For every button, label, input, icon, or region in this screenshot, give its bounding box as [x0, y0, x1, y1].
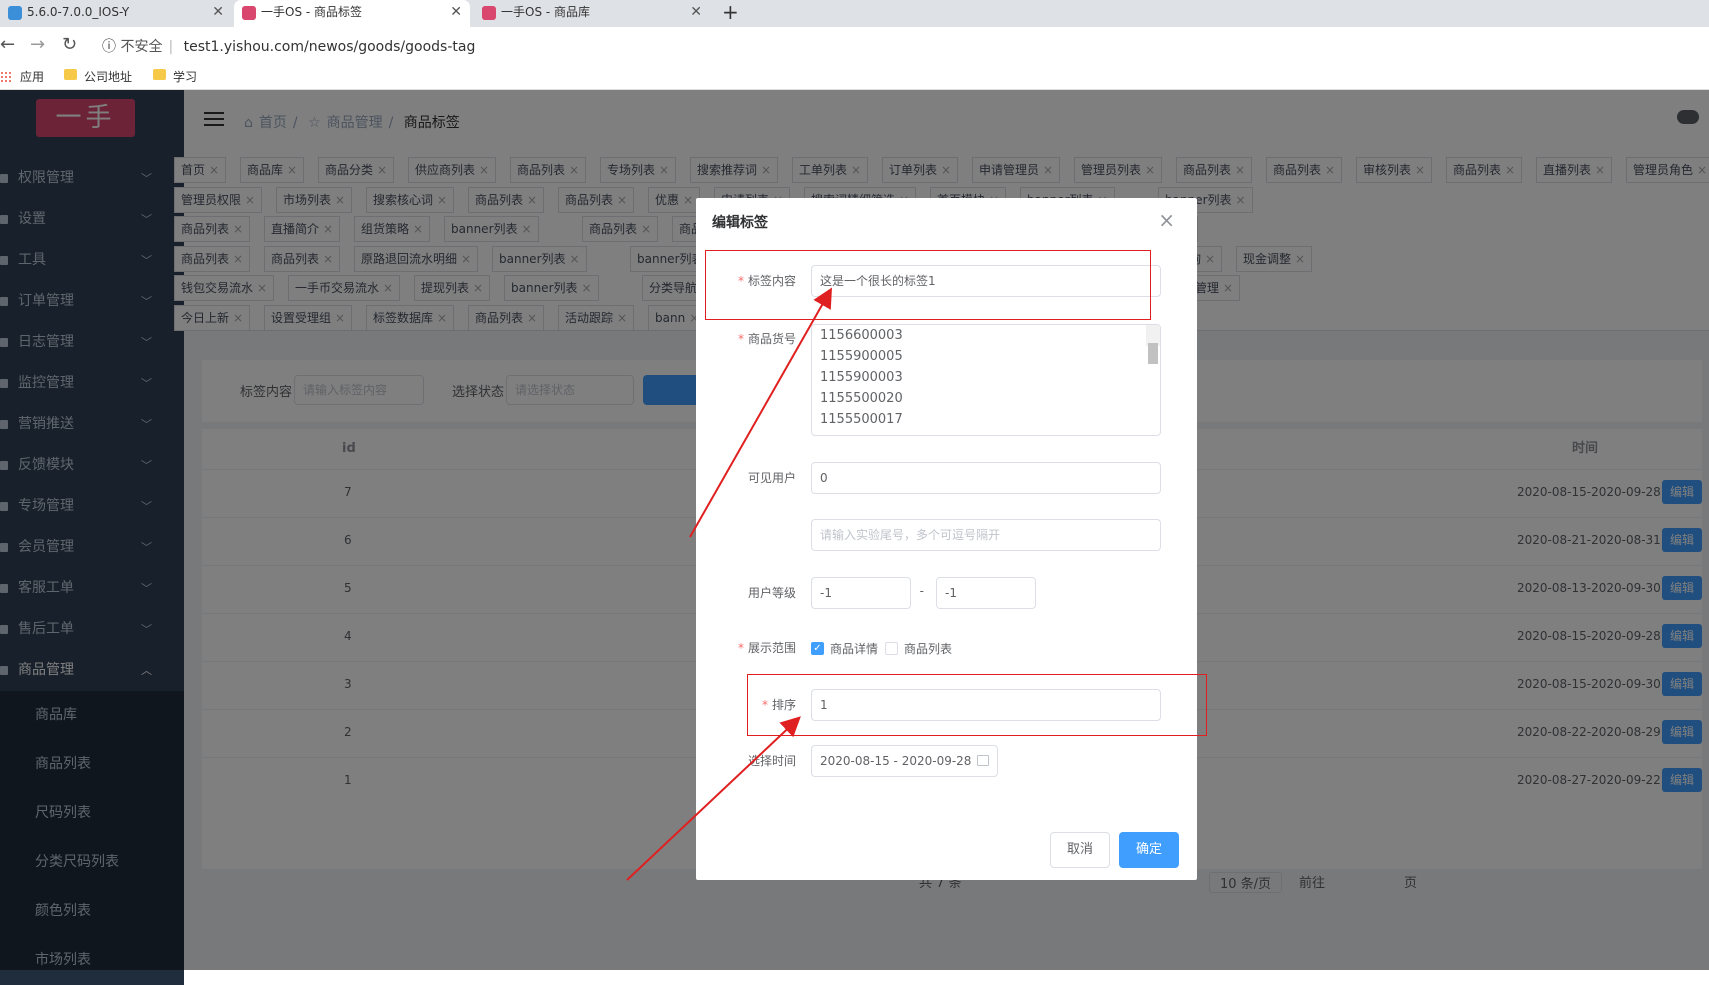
annotation-arrow [689, 287, 832, 538]
annotation-arrow [626, 716, 801, 881]
annotation-arrows [626, 287, 832, 881]
